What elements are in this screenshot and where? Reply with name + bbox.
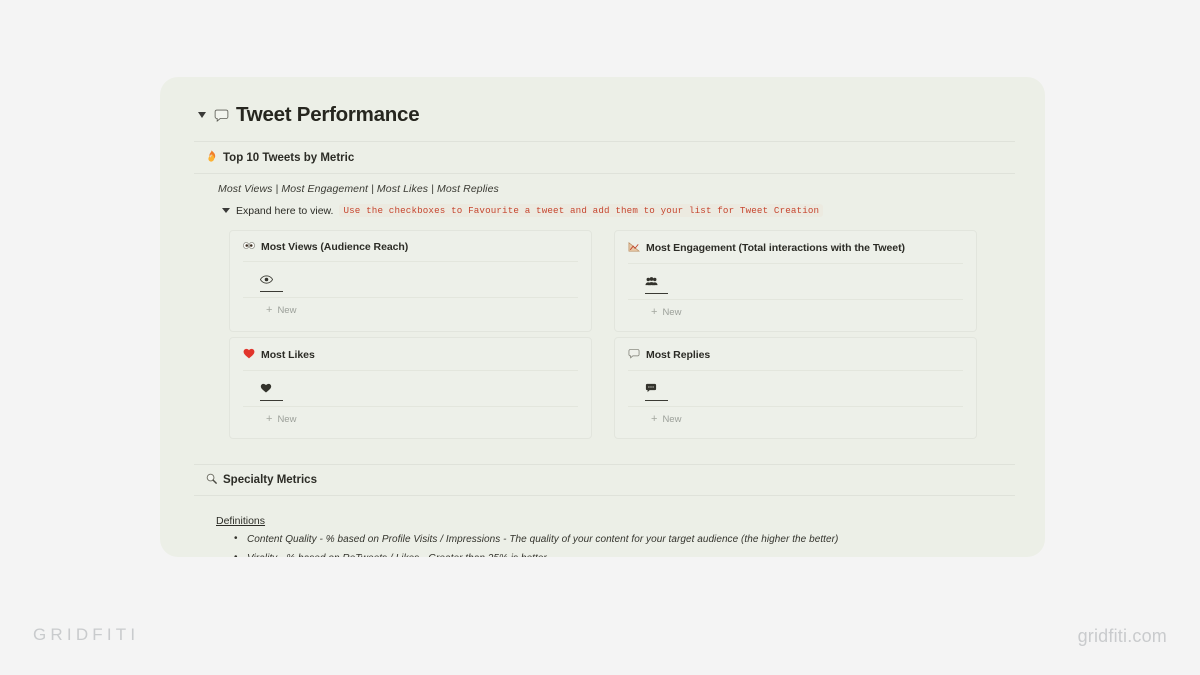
plus-icon: + xyxy=(651,413,658,425)
plus-icon: + xyxy=(266,413,273,425)
speech-balloon-emoji-icon xyxy=(214,108,229,123)
section-top-10-tweets: Top 10 Tweets by Metric Most Views | Mos… xyxy=(194,141,1015,439)
list-item: Content Quality - % based on Profile Vis… xyxy=(234,533,1015,553)
page-title-row: Tweet Performance xyxy=(198,103,1015,127)
new-row-label: New xyxy=(662,307,682,318)
card-title: Most Views (Audience Reach) xyxy=(261,241,409,253)
section-heading-top-10: Top 10 Tweets by Metric xyxy=(194,142,1015,173)
section-heading-label: Top 10 Tweets by Metric xyxy=(223,151,355,164)
new-row-label: New xyxy=(662,414,682,425)
plus-icon: + xyxy=(651,306,658,318)
card-header: Most Views (Audience Reach) xyxy=(243,241,578,262)
definitions-list: Content Quality - % based on Profile Vis… xyxy=(234,533,1015,557)
chart-increasing-emoji-icon xyxy=(628,241,641,255)
expand-row-top-10: Expand here to view. Use the checkboxes … xyxy=(222,204,1015,217)
card-table: + New xyxy=(243,262,578,316)
gridfiti-wordmark: GRIDFITI xyxy=(33,625,140,644)
magnifying-glass-emoji-icon xyxy=(206,473,217,487)
section-heading-label: Specialty Metrics xyxy=(223,474,317,486)
eyes-emoji-icon xyxy=(243,241,255,253)
card-table: + New xyxy=(243,371,578,425)
card-header: Most Likes xyxy=(243,348,578,371)
metric-list-line: Most Views | Most Engagement | Most Like… xyxy=(218,183,499,195)
definitions-label: Definitions xyxy=(216,515,266,527)
section-heading-specialty: Specialty Metrics xyxy=(194,465,1015,495)
new-row-button[interactable]: + New xyxy=(266,407,578,426)
new-row-button[interactable]: + New xyxy=(651,300,963,319)
list-item: Virality - % based on ReTweets / Likes -… xyxy=(234,552,1015,557)
card-title: Most Engagement (Total interactions with… xyxy=(646,242,905,254)
database-card-most-views[interactable]: Most Views (Audience Reach) + New xyxy=(229,230,592,332)
gridfiti-url: gridfiti.com xyxy=(1077,626,1167,646)
speech-bubble-icon[interactable] xyxy=(645,383,668,401)
new-row-button[interactable]: + New xyxy=(266,298,578,317)
new-row-button[interactable]: + New xyxy=(651,407,963,426)
card-title: Most Likes xyxy=(261,349,315,361)
people-icon[interactable] xyxy=(645,277,668,294)
card-table: + New xyxy=(628,371,963,425)
fire-emoji-icon xyxy=(206,150,217,165)
page-title: Tweet Performance xyxy=(236,103,420,126)
heart-icon[interactable] xyxy=(260,383,283,401)
database-card-grid: Most Views (Audience Reach) + New Most E… xyxy=(229,230,977,439)
expand-label: Expand here to view. xyxy=(236,204,334,217)
database-card-most-replies[interactable]: Most Replies + New xyxy=(614,337,977,439)
expand-note-code: Use the checkboxes to Favourite a tweet … xyxy=(339,204,824,217)
notion-page-panel: Tweet Performance Top 10 Tweets by Metri… xyxy=(160,77,1045,557)
speech-balloon-emoji-icon xyxy=(628,348,640,362)
new-row-label: New xyxy=(277,305,297,316)
eye-icon[interactable] xyxy=(260,275,283,292)
card-header: Most Replies xyxy=(628,348,963,371)
section-specialty-metrics: Specialty Metrics Definitions Content Qu… xyxy=(194,464,1015,557)
page-toggle-icon[interactable] xyxy=(198,112,206,118)
new-row-label: New xyxy=(277,414,297,425)
card-header: Most Engagement (Total interactions with… xyxy=(628,241,963,264)
plus-icon: + xyxy=(266,304,273,316)
database-card-most-likes[interactable]: Most Likes + New xyxy=(229,337,592,439)
card-title: Most Replies xyxy=(646,349,711,361)
card-table: + New xyxy=(628,264,963,318)
expand-toggle-icon[interactable] xyxy=(222,208,230,213)
database-card-most-engagement[interactable]: Most Engagement (Total interactions with… xyxy=(614,230,977,332)
red-heart-emoji-icon xyxy=(243,348,255,362)
